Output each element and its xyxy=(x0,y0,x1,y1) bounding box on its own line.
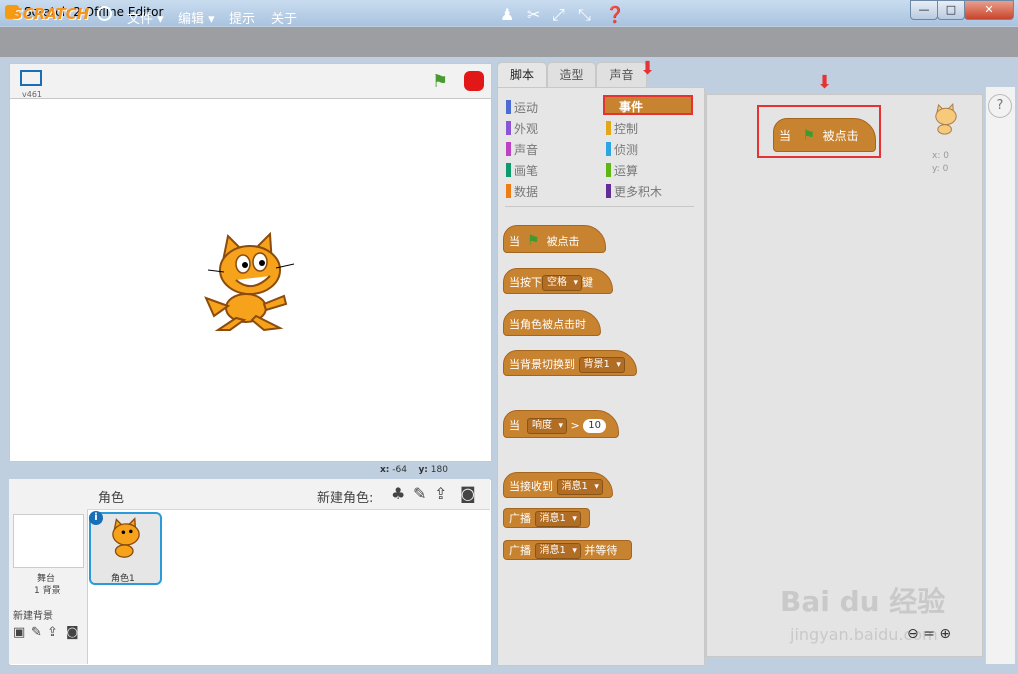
upload-sprite-icon[interactable]: ⇪ xyxy=(434,484,447,503)
scripts-area[interactable] xyxy=(706,94,983,657)
green-flag-icon[interactable]: ⚑ xyxy=(432,71,448,92)
stage-header xyxy=(9,63,492,99)
tab-costumes[interactable]: 造型 xyxy=(547,62,596,88)
sprite-thumb-cat-icon xyxy=(112,517,140,558)
sprites-label: 角色 xyxy=(98,491,125,506)
grow-icon[interactable]: ⤢ xyxy=(552,5,565,25)
zoom-reset-icon[interactable]: = xyxy=(923,626,935,642)
block-broadcast-and-wait[interactable]: 广播 消息1 并等待 xyxy=(503,540,632,560)
new-backdrop-label: 新建背景 xyxy=(13,611,53,622)
menu-bar xyxy=(0,27,1018,57)
tab-scripts[interactable]: 脚本 xyxy=(497,62,547,88)
block-when-i-receive[interactable]: 当接收到 消息1 xyxy=(503,472,613,498)
new-sprite-label: 新建角色: xyxy=(317,491,374,506)
category-motion[interactable]: 运动 xyxy=(506,99,538,116)
upload-backdrop-icon[interactable]: ⇪ xyxy=(47,625,58,640)
sprite-name: 角色1 xyxy=(111,574,135,584)
close-button[interactable]: ✕ xyxy=(964,0,1014,20)
sprite-y-readout: y: 0 xyxy=(932,164,949,174)
help-tab-icon[interactable]: ? xyxy=(988,94,1012,118)
sprite-x-readout: x: 0 xyxy=(932,151,949,161)
category-sound[interactable]: 声音 xyxy=(506,141,538,158)
minimize-button[interactable]: — xyxy=(910,0,938,20)
delete-icon[interactable]: ✂ xyxy=(527,5,540,24)
sprite-library-icon[interactable]: ♣ xyxy=(391,484,405,503)
category-more-blocks[interactable]: 更多积木 xyxy=(606,183,662,200)
mouse-coordinates: x: -64 y: 180 xyxy=(380,465,448,475)
stop-icon[interactable] xyxy=(464,71,484,91)
menu-tips[interactable]: 提示 xyxy=(229,8,255,27)
flag-icon: ⚑ xyxy=(527,233,540,249)
category-divider xyxy=(505,206,694,207)
sprite-header xyxy=(87,479,490,510)
stage-thumbnail[interactable] xyxy=(13,514,84,568)
category-data[interactable]: 数据 xyxy=(506,183,538,200)
block-when-backdrop-switches[interactable]: 当背景切换到 背景1 xyxy=(503,350,637,376)
scratch-logo: SCRATCH xyxy=(12,5,90,23)
red-arrow-icon: ⬇ xyxy=(817,72,833,93)
category-looks[interactable]: 外观 xyxy=(506,120,538,137)
sprite-corner-cat-icon xyxy=(935,103,957,135)
help-icon[interactable]: ❓ xyxy=(605,5,625,24)
watermark-logo: Bai du 经验 xyxy=(780,585,946,618)
block-broadcast[interactable]: 广播 消息1 xyxy=(503,508,590,528)
menu-about[interactable]: 关于 xyxy=(271,8,297,27)
block-when-key-pressed[interactable]: 当按下空格键 xyxy=(503,268,613,294)
zoom-controls: ⊖ = ⊕ xyxy=(907,626,951,642)
red-arrow-icon: ⬇ xyxy=(640,58,656,79)
category-control[interactable]: 控制 xyxy=(606,120,638,137)
paint-sprite-icon[interactable]: ✎ xyxy=(413,484,426,503)
maximize-button[interactable]: □ xyxy=(937,0,965,20)
block-when-sprite-clicked[interactable]: 当角色被点击时 xyxy=(503,310,601,336)
camera-backdrop-icon[interactable]: ◙ xyxy=(66,625,79,640)
camera-sprite-icon[interactable]: ◙ xyxy=(460,484,476,503)
block-when-sensor-greater[interactable]: 当 响度 > 10 xyxy=(503,410,619,438)
block-when-flag-clicked[interactable]: 当 ⚑ 被点击 xyxy=(503,225,606,253)
menu-file[interactable]: 文件 ▾ xyxy=(127,8,164,27)
zoom-out-icon[interactable]: ⊖ xyxy=(907,626,919,642)
right-strip xyxy=(985,87,1015,664)
backdrop-count: 1 背景 xyxy=(34,586,61,596)
paint-backdrop-icon[interactable]: ✎ xyxy=(31,625,42,640)
category-pen[interactable]: 画笔 xyxy=(506,162,538,179)
zoom-in-icon[interactable]: ⊕ xyxy=(939,626,951,642)
duplicate-icon[interactable]: ♟ xyxy=(500,5,514,24)
highlight-box xyxy=(757,105,881,158)
category-sensing[interactable]: 侦测 xyxy=(606,141,638,158)
cat-sprite-icon[interactable] xyxy=(200,228,300,333)
category-events[interactable]: 事件 xyxy=(603,95,693,115)
category-operators[interactable]: 运算 xyxy=(606,162,638,179)
globe-icon[interactable] xyxy=(97,6,112,21)
backdrop-library-icon[interactable]: ▣ xyxy=(13,625,25,640)
fullscreen-icon[interactable] xyxy=(20,70,42,86)
shrink-icon[interactable]: ⤡ xyxy=(578,5,591,25)
menu-edit[interactable]: 编辑 ▾ xyxy=(178,8,215,27)
info-icon[interactable]: i xyxy=(89,511,103,525)
